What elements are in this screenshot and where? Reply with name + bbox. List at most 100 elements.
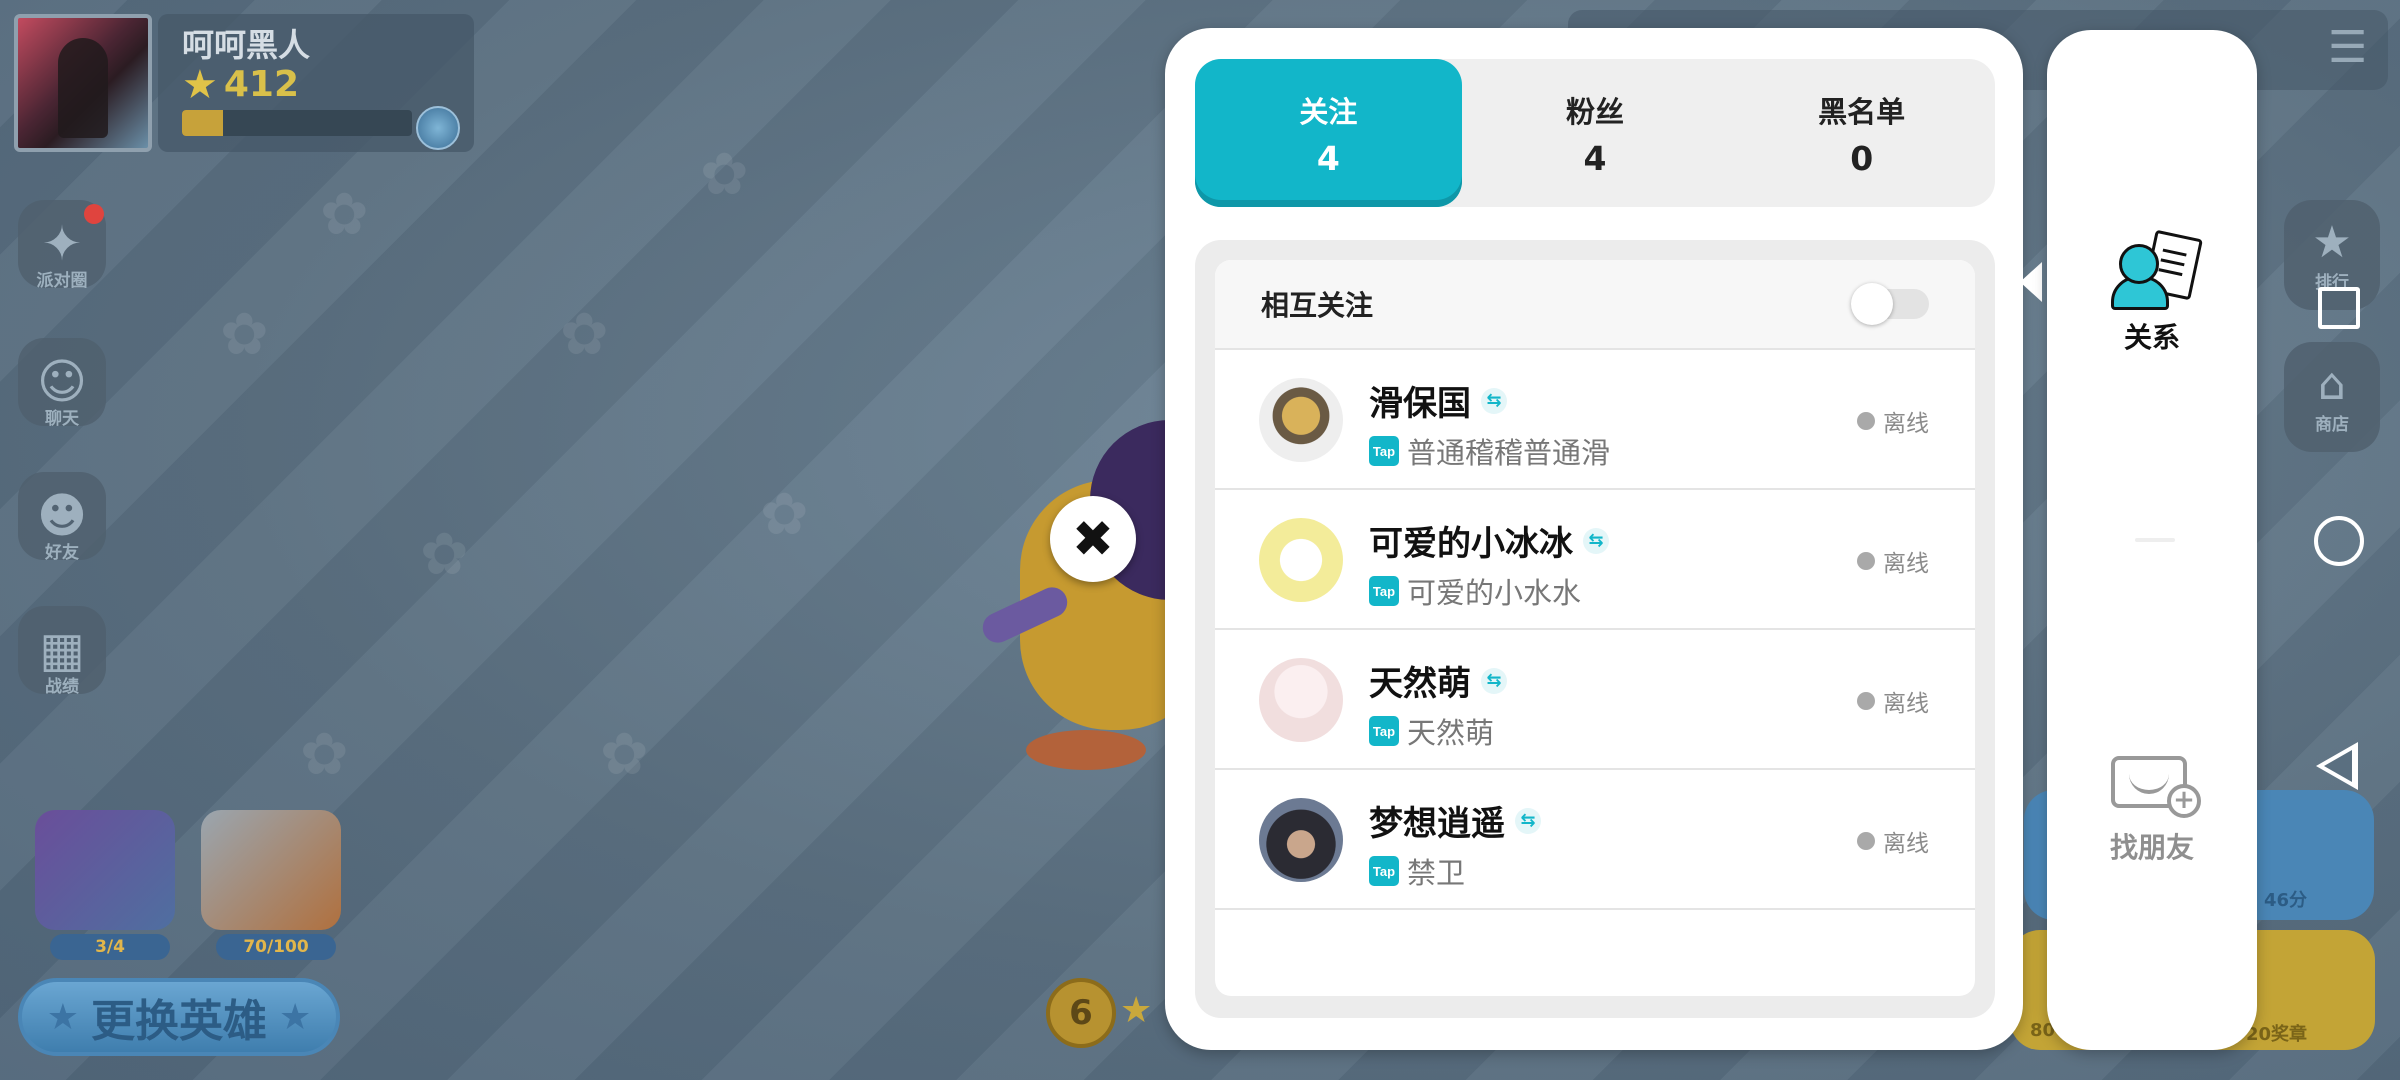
offline-dot-icon xyxy=(1857,412,1875,430)
mutual-follow-row: 相互关注 xyxy=(1215,260,1975,350)
friend-tap-line: Tap 天然萌 xyxy=(1369,710,1494,752)
chest-purple[interactable]: 3/4 xyxy=(30,810,180,960)
player-name: 呵呵黑人 xyxy=(182,26,311,64)
right-button-label: 商店 xyxy=(2315,415,2349,435)
swap-hero-button[interactable]: ★ 更换英雄 ★ xyxy=(18,978,340,1056)
offline-dot-icon xyxy=(1857,552,1875,570)
friend-name: 可爱的小冰冰 xyxy=(1369,524,1573,564)
chest-orange[interactable]: 70/100 xyxy=(196,810,346,960)
friend-list[interactable]: 相互关注 滑保国 ⇆ Tap 普通稽稽普通滑 离线 可爱的小冰冰 ⇆ Tap 可… xyxy=(1215,260,1975,996)
tab-label: 黑名单 xyxy=(1818,94,1906,129)
friend-avatar[interactable] xyxy=(1259,798,1343,882)
level-badge: 6 xyxy=(1046,978,1116,1048)
notification-dot xyxy=(84,204,104,224)
find-friends-label: 找朋友 xyxy=(2109,831,2194,864)
tap-logo-icon: Tap xyxy=(1369,716,1399,746)
offline-dot-icon xyxy=(1857,832,1875,850)
relations-nav-item[interactable]: 关系 xyxy=(2047,229,2257,356)
nav-home-icon[interactable] xyxy=(2314,516,2364,566)
mutual-follow-label: 相互关注 xyxy=(1261,289,1374,322)
pattern-icon: ✿ xyxy=(600,720,649,788)
friend-row[interactable]: 天然萌 ⇆ Tap 天然萌 离线 xyxy=(1215,630,1975,770)
star-count: 412 xyxy=(223,64,300,105)
friend-status-text: 离线 xyxy=(1883,411,1929,437)
tap-logo-icon: Tap xyxy=(1369,436,1399,466)
star-icon: ★ xyxy=(279,996,312,1038)
nav-recents-icon[interactable] xyxy=(2318,287,2360,329)
side-button-label: 派对圈 xyxy=(36,271,88,291)
nav-back-icon[interactable] xyxy=(2316,742,2358,790)
xp-bar xyxy=(182,110,412,136)
swap-hero-label: 更换英雄 xyxy=(91,996,267,1047)
tab-following[interactable]: 关注 4 xyxy=(1195,59,1462,207)
mutual-follow-toggle[interactable] xyxy=(1851,283,1929,325)
star-icon: ★ xyxy=(46,996,79,1038)
pattern-icon: ✿ xyxy=(420,520,469,588)
pattern-icon: ✿ xyxy=(320,180,369,248)
play-mode-sub: 46分 xyxy=(2264,890,2308,911)
tab-count: 0 xyxy=(1850,138,1874,178)
close-icon: ✖ xyxy=(1072,510,1114,568)
friend-name-line: 梦想逍遥 ⇆ xyxy=(1369,796,1541,845)
pattern-icon: ✿ xyxy=(300,720,349,788)
pattern-icon: ✿ xyxy=(760,480,809,548)
friend-avatar[interactable] xyxy=(1259,378,1343,462)
tab-count: 4 xyxy=(1316,138,1340,178)
side-button-label: 战绩 xyxy=(45,677,79,697)
menu-icon[interactable]: ☰ xyxy=(2328,26,2372,70)
offline-dot-icon xyxy=(1857,692,1875,710)
friend-name: 滑保国 xyxy=(1369,384,1471,424)
friend-row[interactable]: 可爱的小冰冰 ⇆ Tap 可爱的小水水 离线 xyxy=(1215,490,1975,630)
tab-label: 关注 xyxy=(1299,94,1358,129)
friend-tap-line: Tap 可爱的小水水 xyxy=(1369,570,1581,612)
friend-tap-name: 禁卫 xyxy=(1407,856,1466,890)
friend-name: 梦想逍遥 xyxy=(1369,804,1505,844)
tab-blacklist[interactable]: 黑名单 0 xyxy=(1728,59,1995,207)
close-button[interactable]: ✖ xyxy=(1050,496,1136,582)
find-friends-nav-item[interactable]: + 找朋友 xyxy=(2047,750,2257,866)
friend-name-line: 滑保国 ⇆ xyxy=(1369,376,1507,425)
ranked-sub: 20奖章 xyxy=(2246,1024,2308,1045)
player-avatar[interactable] xyxy=(14,14,152,152)
friend-status: 离线 xyxy=(1857,404,1929,438)
friend-status: 离线 xyxy=(1857,544,1929,578)
right-button-shop[interactable]: ⌂ 商店 xyxy=(2284,342,2380,452)
star-icon: ★ xyxy=(182,61,218,108)
side-button-label: 聊天 xyxy=(45,409,79,429)
relation-tabs: 关注 4 粉丝 4 黑名单 0 xyxy=(1195,59,1995,207)
pattern-icon: ✿ xyxy=(700,140,749,208)
friend-avatar[interactable] xyxy=(1259,518,1343,602)
friend-tap-name: 可爱的小水水 xyxy=(1407,576,1582,610)
stars-icon: ★ xyxy=(2312,217,2352,268)
pattern-icon: ✿ xyxy=(220,300,269,368)
side-button-chat[interactable]: ☺ 聊天 xyxy=(18,338,106,438)
relations-panel: 关注 4 粉丝 4 黑名单 0 相互关注 滑保国 ⇆ Tap 普通稽稽普通滑 离… xyxy=(1165,28,2023,1050)
friend-row[interactable]: 梦想逍遥 ⇆ Tap 禁卫 离线 xyxy=(1215,770,1975,910)
friend-status: 离线 xyxy=(1857,824,1929,858)
friend-avatar[interactable] xyxy=(1259,658,1343,742)
friend-row[interactable]: 滑保国 ⇆ Tap 普通稽稽普通滑 离线 xyxy=(1215,350,1975,490)
relations-label: 关系 xyxy=(2123,321,2180,354)
friend-name: 天然萌 xyxy=(1369,664,1471,704)
friend-name-line: 可爱的小冰冰 ⇆ xyxy=(1369,516,1609,565)
mutual-follow-icon: ⇆ xyxy=(1481,667,1507,694)
tap-logo-icon: Tap xyxy=(1369,576,1399,606)
side-button-records[interactable]: ▦ 战绩 xyxy=(18,606,106,706)
friend-tap-line: Tap 普通稽稽普通滑 xyxy=(1369,430,1610,472)
friend-list-container: 相互关注 滑保国 ⇆ Tap 普通稽稽普通滑 离线 可爱的小冰冰 ⇆ Tap 可… xyxy=(1195,240,1995,1018)
relations-icon xyxy=(2107,229,2203,310)
friend-status-text: 离线 xyxy=(1883,691,1929,717)
friend-tap-line: Tap 禁卫 xyxy=(1369,850,1465,892)
side-panel-pointer xyxy=(2020,262,2042,302)
tab-fans[interactable]: 粉丝 4 xyxy=(1462,59,1729,207)
player-info: 呵呵黑人 ★ 412 xyxy=(158,14,474,152)
rank-badge-icon[interactable] xyxy=(416,106,460,150)
side-button-friends[interactable]: ☻ 好友 xyxy=(18,472,106,572)
mutual-follow-icon: ⇆ xyxy=(1583,527,1609,554)
mutual-follow-icon: ⇆ xyxy=(1515,807,1541,834)
side-button-party[interactable]: ✦ 派对圈 xyxy=(18,200,106,300)
side-divider xyxy=(2135,538,2175,542)
mutual-follow-icon: ⇆ xyxy=(1481,387,1507,414)
player-card[interactable]: 呵呵黑人 ★ 412 xyxy=(14,14,474,152)
friend-status: 离线 xyxy=(1857,684,1929,718)
